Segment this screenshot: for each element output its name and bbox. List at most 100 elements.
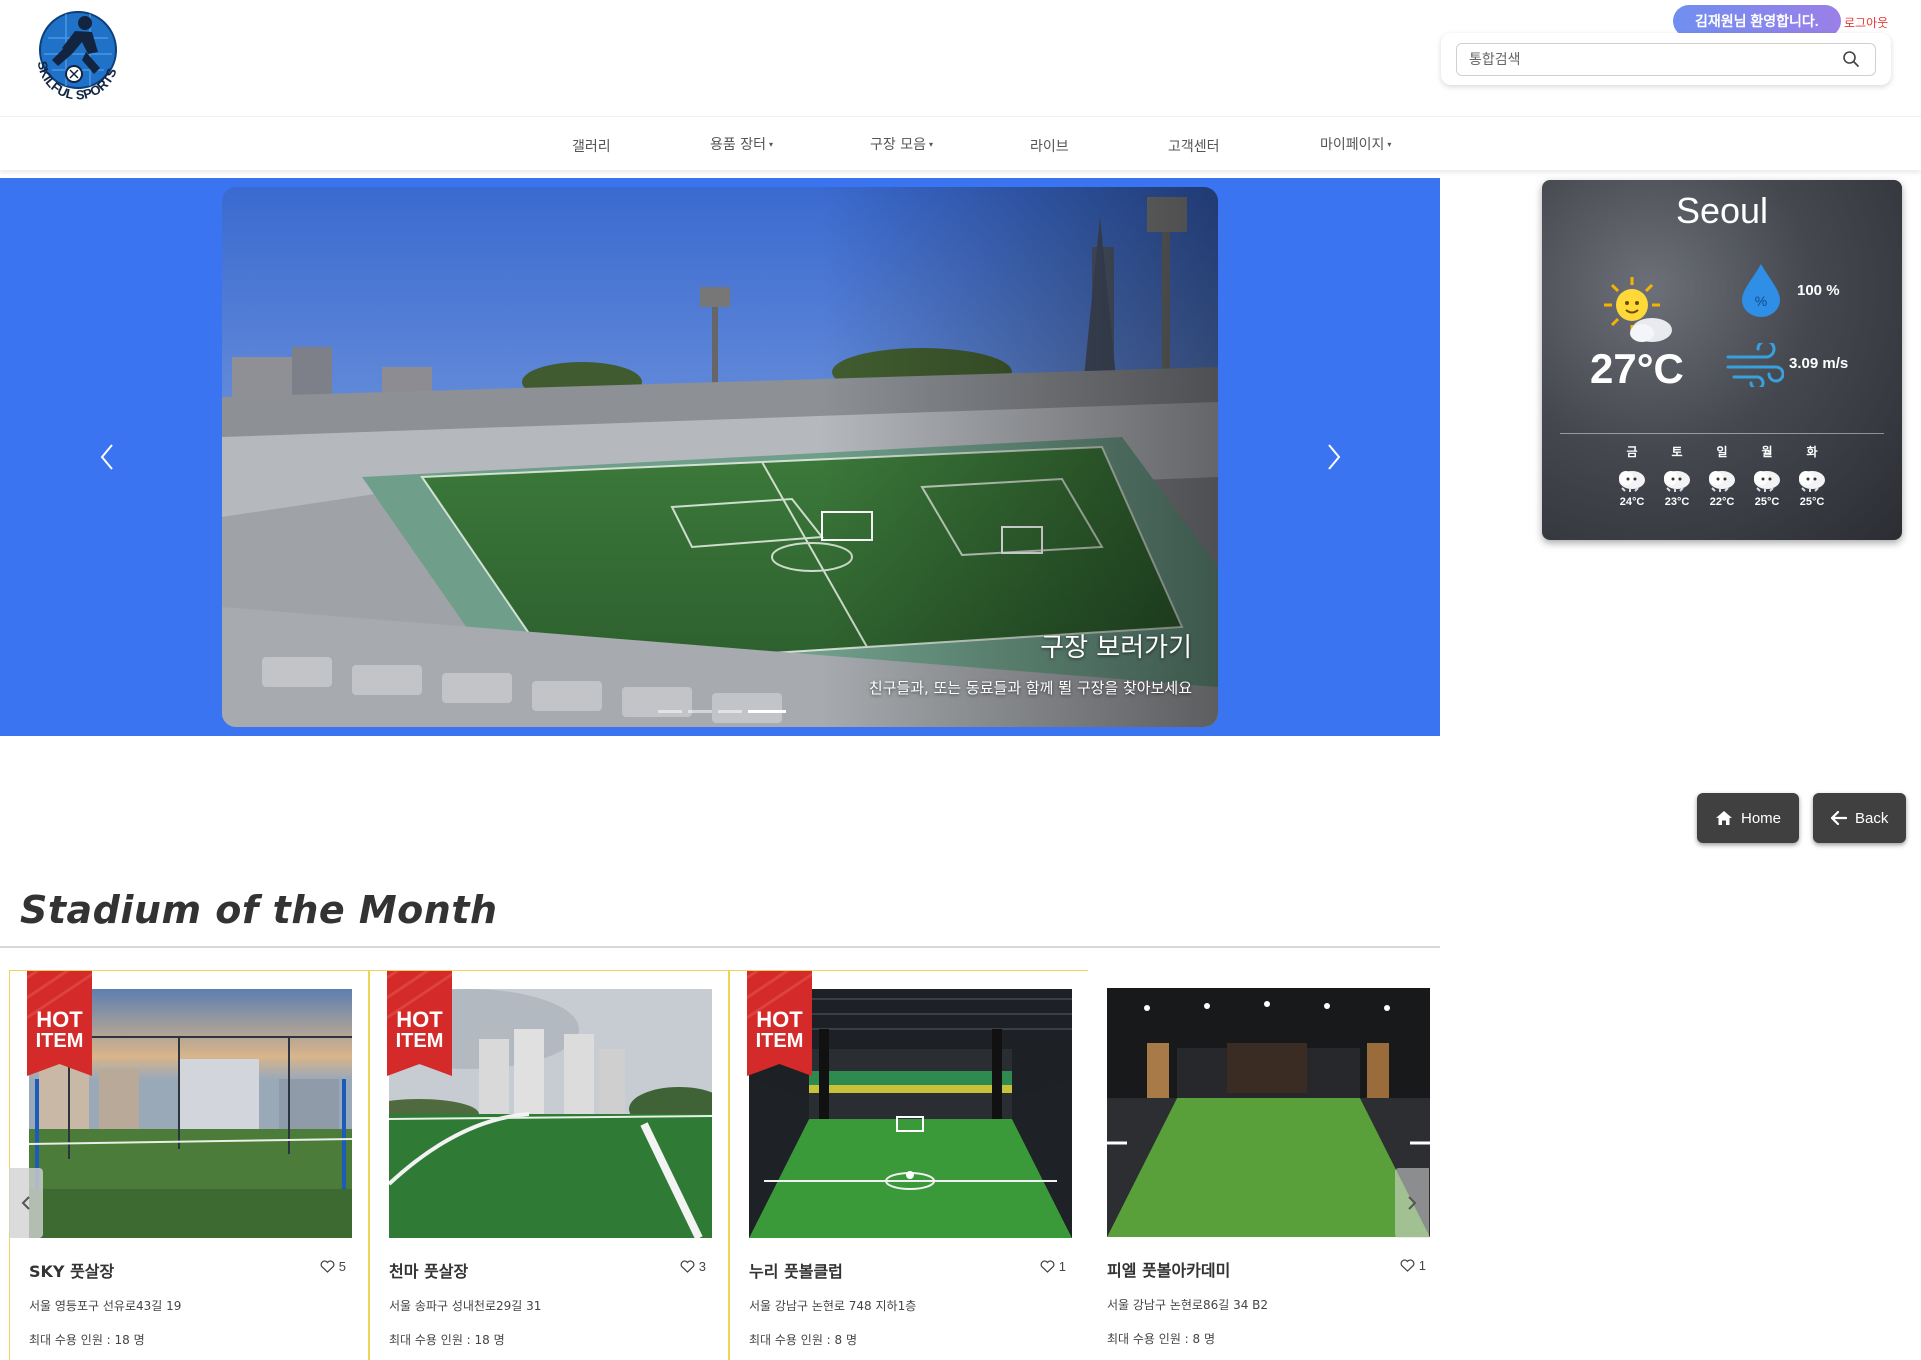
stadium-capacity: 최대 수용 인원 : 18 명 bbox=[29, 1333, 145, 1347]
cloud-icon bbox=[1754, 471, 1780, 492]
stadium-capacity: 최대 수용 인원 : 18 명 bbox=[389, 1333, 505, 1347]
stadium-image bbox=[1107, 988, 1430, 1237]
ribbon-text-hot: HOT bbox=[396, 1007, 443, 1032]
hot-item-ribbon: HOT ITEM bbox=[747, 971, 812, 1076]
cloud-icon bbox=[1619, 471, 1645, 492]
stadium-card[interactable]: HOT ITEM 천마 풋살장 3 서울 송파구 성내천로29길 31 최대 수… bbox=[369, 970, 729, 1360]
heart-icon bbox=[1040, 1260, 1055, 1273]
logo[interactable]: SKILFUL SPORTS bbox=[28, 8, 132, 112]
main-nav: 갤러리 용품 장터 ▾ 구장 모음 ▾ 라이브 고객센터 마이페이지 ▾ bbox=[0, 116, 1921, 170]
divider bbox=[0, 946, 1440, 948]
forecast-day-label: 화 bbox=[1806, 445, 1818, 459]
nav-item-support[interactable]: 고객센터 bbox=[1168, 136, 1220, 156]
weather-city: Seoul bbox=[1675, 190, 1769, 231]
stadium-card[interactable]: HOT ITEM 누리 풋볼클럽 1 서울 강남구 논현로 748 지하1층 최… bbox=[729, 970, 1089, 1360]
ribbon-text-item: ITEM bbox=[756, 1030, 804, 1052]
ribbon-text-hot: HOT bbox=[36, 1007, 83, 1032]
nav-label: 구장 모음 bbox=[870, 137, 926, 153]
chevron-left-icon[interactable] bbox=[98, 441, 118, 473]
carousel-indicator[interactable] bbox=[688, 710, 712, 713]
nav-label: 갤러리 bbox=[572, 139, 611, 155]
forecast-day: 토 23°C bbox=[1657, 443, 1697, 508]
hot-item-ribbon: HOT ITEM bbox=[387, 971, 452, 1076]
stadium-address: 서울 송파구 성내천로29길 31 bbox=[389, 1299, 542, 1313]
back-button-label: Back bbox=[1855, 809, 1889, 827]
divider bbox=[1560, 433, 1884, 434]
heart-icon bbox=[1400, 1259, 1415, 1272]
hero-carousel: 구장 보러가기 친구들과, 또는 동료들과 함께 뛸 구장을 찾아보세요 bbox=[0, 178, 1440, 736]
home-button[interactable]: Home bbox=[1697, 793, 1800, 843]
search-input[interactable] bbox=[1456, 43, 1876, 76]
nav-item-stadiums[interactable]: 구장 모음 ▾ bbox=[870, 134, 933, 154]
section-title: Stadium of the Month bbox=[20, 888, 498, 932]
nav-item-mypage[interactable]: 마이페이지 ▾ bbox=[1320, 134, 1391, 154]
stadium-capacity: 최대 수용 인원 : 8 명 bbox=[749, 1333, 858, 1347]
cloud-icon bbox=[1799, 471, 1825, 492]
carousel-indicator-active[interactable] bbox=[748, 710, 786, 713]
search-icon[interactable] bbox=[1842, 50, 1860, 68]
chevron-right-icon[interactable] bbox=[1323, 441, 1343, 473]
nav-item-market[interactable]: 용품 장터 ▾ bbox=[710, 134, 773, 154]
stadium-name: 천마 풋살장 bbox=[389, 1262, 469, 1281]
slide-caption-subtitle: 친구들과, 또는 동료들과 함께 뛸 구장을 찾아보세요 bbox=[868, 679, 1192, 697]
slide-caption-title: 구장 보러가기 bbox=[1040, 633, 1192, 663]
carousel-indicator[interactable] bbox=[658, 710, 682, 713]
stadium-name: SKY 풋살장 bbox=[29, 1262, 115, 1281]
carousel-indicator[interactable] bbox=[718, 710, 742, 713]
forecast-temp: 25°C bbox=[1754, 496, 1780, 508]
forecast-day: 금 24°C bbox=[1612, 443, 1652, 508]
forecast-day: 월 25°C bbox=[1747, 443, 1787, 508]
forecast-day: 화 25°C bbox=[1792, 443, 1832, 508]
caret-down-icon: ▾ bbox=[1387, 140, 1392, 149]
cloud-icon bbox=[1664, 471, 1690, 492]
forecast-temp: 22°C bbox=[1709, 496, 1735, 508]
nav-item-live[interactable]: 라이브 bbox=[1030, 136, 1069, 156]
stadium-name: 누리 풋볼클럽 bbox=[749, 1262, 843, 1281]
stadium-name: 피엘 풋볼아카데미 bbox=[1107, 1261, 1231, 1280]
forecast-temp: 23°C bbox=[1664, 496, 1690, 508]
chevron-left-icon bbox=[21, 1196, 30, 1210]
heart-icon bbox=[320, 1260, 335, 1273]
nav-label: 용품 장터 bbox=[710, 137, 766, 153]
home-icon bbox=[1716, 811, 1732, 825]
card-slider-prev[interactable] bbox=[9, 1168, 43, 1238]
sun-cloud-icon bbox=[1604, 277, 1672, 342]
caret-down-icon: ▾ bbox=[928, 140, 933, 149]
forecast-day-label: 일 bbox=[1716, 445, 1728, 459]
stadium-address: 서울 영등포구 선유로43길 19 bbox=[29, 1299, 182, 1313]
ribbon-text-item: ITEM bbox=[396, 1030, 444, 1052]
home-button-label: Home bbox=[1741, 809, 1782, 827]
header: SKILFUL SPORTS 김재원님 환영합니다. 로그아웃 bbox=[0, 0, 1921, 116]
stadium-card[interactable]: HOT ITEM SKY 풋살장 5 서울 영등포구 선유로43길 19 최대 … bbox=[9, 970, 369, 1360]
arrow-left-icon bbox=[1831, 811, 1847, 825]
like-count-value: 1 bbox=[1418, 1258, 1426, 1273]
chevron-right-icon bbox=[1408, 1196, 1417, 1210]
wind-icon bbox=[1726, 343, 1784, 387]
search-box bbox=[1441, 33, 1891, 85]
like-count[interactable]: 3 bbox=[680, 1259, 706, 1274]
card-slider-next[interactable] bbox=[1395, 1168, 1429, 1238]
carousel-indicators bbox=[658, 710, 786, 713]
humidity-drop-icon: % bbox=[1742, 264, 1780, 317]
like-count[interactable]: 1 bbox=[1400, 1258, 1426, 1273]
forecast-day-label: 금 bbox=[1626, 445, 1638, 459]
heart-icon bbox=[680, 1260, 695, 1273]
stadium-capacity: 최대 수용 인원 : 8 명 bbox=[1107, 1332, 1216, 1346]
like-count-value: 5 bbox=[338, 1259, 346, 1274]
forecast-day-label: 월 bbox=[1761, 445, 1773, 459]
stadium-card[interactable]: 피엘 풋볼아카데미 1 서울 강남구 논현로86길 34 B2 최대 수용 인원… bbox=[1088, 970, 1448, 1360]
like-count[interactable]: 5 bbox=[320, 1259, 346, 1274]
svg-text:%: % bbox=[1755, 293, 1767, 309]
carousel-slide[interactable]: 구장 보러가기 친구들과, 또는 동료들과 함께 뛸 구장을 찾아보세요 bbox=[222, 187, 1218, 727]
forecast-temp: 25°C bbox=[1799, 496, 1825, 508]
logout-link[interactable]: 로그아웃 bbox=[1844, 14, 1888, 31]
like-count[interactable]: 1 bbox=[1040, 1259, 1066, 1274]
nav-item-gallery[interactable]: 갤러리 bbox=[572, 136, 611, 156]
nav-label: 라이브 bbox=[1030, 139, 1069, 155]
back-button[interactable]: Back bbox=[1813, 793, 1907, 843]
cloud-icon bbox=[1709, 471, 1735, 492]
weather-wind: 3.09 m/s bbox=[1789, 355, 1849, 372]
nav-label: 마이페이지 bbox=[1320, 137, 1385, 153]
nav-label: 고객센터 bbox=[1168, 139, 1220, 155]
stadium-address: 서울 강남구 논현로86길 34 B2 bbox=[1107, 1298, 1269, 1312]
